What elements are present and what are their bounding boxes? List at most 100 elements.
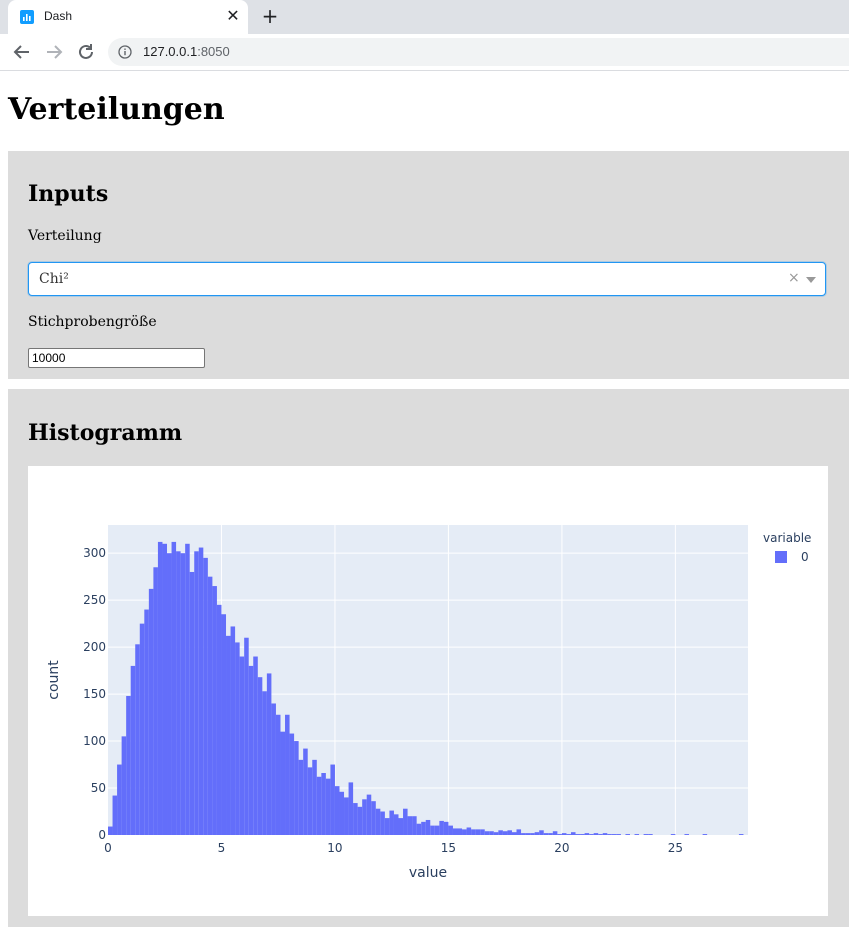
histogram-bar[interactable]: [221, 614, 227, 835]
histogram-bar[interactable]: [139, 623, 145, 835]
histogram-bar[interactable]: [611, 834, 617, 835]
histogram-bar[interactable]: [480, 829, 485, 835]
histogram-bar[interactable]: [117, 764, 122, 835]
histogram-bar[interactable]: [602, 833, 608, 835]
histogram-bar[interactable]: [507, 830, 512, 835]
histogram-bar[interactable]: [539, 830, 544, 835]
histogram-bar[interactable]: [398, 818, 404, 835]
histogram-bar[interactable]: [153, 567, 158, 835]
histogram-bar[interactable]: [443, 821, 449, 835]
histogram-chart[interactable]: 0 50 100 150 200 250 300 0 5 10 15 20 25 value coun…: [28, 466, 828, 916]
histogram-bar[interactable]: [226, 635, 231, 835]
histogram-bar[interactable]: [239, 656, 245, 835]
histogram-bar[interactable]: [648, 834, 653, 835]
histogram-bar[interactable]: [203, 557, 208, 835]
histogram-bar[interactable]: [366, 794, 372, 835]
histogram-bar[interactable]: [176, 551, 181, 835]
chevron-down-icon[interactable]: [806, 277, 816, 283]
histogram-bar[interactable]: [462, 829, 467, 835]
histogram-bar[interactable]: [416, 823, 422, 835]
histogram-bar[interactable]: [484, 831, 490, 835]
back-arrow-icon[interactable]: [11, 41, 33, 63]
histogram-bar[interactable]: [121, 736, 127, 835]
histogram-bar[interactable]: [471, 829, 476, 835]
forward-arrow-icon[interactable]: [43, 41, 65, 63]
sample-size-input[interactable]: [28, 348, 205, 368]
histogram-bar[interactable]: [457, 828, 463, 835]
histogram-bar[interactable]: [312, 759, 317, 835]
histogram-bar[interactable]: [112, 795, 118, 835]
histogram-bar[interactable]: [207, 576, 213, 835]
histogram-bar[interactable]: [235, 642, 240, 835]
histogram-bar[interactable]: [194, 551, 199, 835]
histogram-bar[interactable]: [684, 834, 689, 835]
histogram-bar[interactable]: [475, 829, 481, 835]
histogram-bar[interactable]: [148, 588, 154, 835]
histogram-bar[interactable]: [434, 825, 440, 835]
histogram-bar[interactable]: [271, 703, 276, 835]
histogram-bar[interactable]: [498, 830, 503, 835]
histogram-bar[interactable]: [393, 814, 399, 835]
histogram-bar[interactable]: [543, 833, 549, 835]
histogram-bar[interactable]: [348, 782, 354, 835]
histogram-bar[interactable]: [452, 828, 458, 835]
histogram-bar[interactable]: [289, 733, 295, 835]
histogram-bar[interactable]: [325, 778, 331, 835]
histogram-bar[interactable]: [280, 731, 286, 835]
histogram-bar[interactable]: [230, 626, 236, 835]
histogram-bar[interactable]: [643, 834, 649, 835]
clear-icon[interactable]: ×: [788, 270, 800, 286]
histogram-bar[interactable]: [108, 826, 113, 835]
histogram-bar[interactable]: [557, 834, 562, 835]
histogram-bar[interactable]: [552, 831, 558, 835]
histogram-bar[interactable]: [144, 609, 149, 835]
histogram-bar[interactable]: [439, 820, 444, 835]
histogram-bar[interactable]: [171, 541, 177, 835]
histogram-bar[interactable]: [362, 799, 367, 835]
histogram-bar[interactable]: [625, 834, 630, 835]
close-icon[interactable]: ✕: [224, 7, 242, 25]
histogram-bar[interactable]: [493, 832, 499, 835]
histogram-bar[interactable]: [157, 541, 163, 835]
histogram-bar[interactable]: [167, 553, 172, 835]
histogram-bar[interactable]: [521, 833, 526, 835]
histogram-bar[interactable]: [598, 834, 603, 835]
histogram-bar[interactable]: [307, 767, 313, 835]
histogram-bar[interactable]: [316, 776, 322, 835]
histogram-bar[interactable]: [448, 825, 453, 835]
histogram-bar[interactable]: [502, 831, 508, 835]
histogram-bar[interactable]: [738, 834, 744, 835]
histogram-bar[interactable]: [566, 834, 571, 835]
histogram-bar[interactable]: [257, 677, 263, 835]
histogram-bar[interactable]: [489, 831, 494, 835]
histogram-bar[interactable]: [294, 741, 299, 835]
histogram-bar[interactable]: [516, 829, 522, 835]
histogram-bar[interactable]: [198, 547, 204, 835]
histogram-bar[interactable]: [262, 691, 267, 835]
histogram-bar[interactable]: [511, 832, 517, 835]
legend-swatch[interactable]: [775, 551, 787, 563]
histogram-bar[interactable]: [130, 665, 136, 835]
distribution-dropdown[interactable]: Chi² ×: [28, 262, 826, 296]
histogram-bar[interactable]: [212, 586, 217, 835]
histogram-bar[interactable]: [275, 714, 281, 835]
histogram-bar[interactable]: [253, 656, 258, 835]
histogram-bar[interactable]: [248, 665, 254, 835]
histogram-bar[interactable]: [403, 808, 408, 835]
histogram-bar[interactable]: [702, 834, 708, 835]
histogram-bar[interactable]: [584, 833, 590, 835]
histogram-bar[interactable]: [407, 816, 413, 835]
histogram-bar[interactable]: [593, 833, 599, 835]
histogram-bar[interactable]: [580, 834, 585, 835]
histogram-bar[interactable]: [375, 808, 381, 835]
histogram-bar[interactable]: [135, 644, 140, 835]
histogram-bar[interactable]: [380, 811, 385, 835]
histogram-graph[interactable]: 0 50 100 150 200 250 300 0 5 10 15 20 25 value coun…: [28, 466, 828, 916]
histogram-bar[interactable]: [412, 816, 417, 835]
histogram-bar[interactable]: [330, 764, 335, 835]
histogram-bar[interactable]: [548, 833, 553, 835]
histogram-bar[interactable]: [266, 673, 272, 835]
histogram-bar[interactable]: [321, 773, 326, 835]
histogram-bar[interactable]: [185, 543, 190, 835]
histogram-bar[interactable]: [616, 834, 621, 835]
